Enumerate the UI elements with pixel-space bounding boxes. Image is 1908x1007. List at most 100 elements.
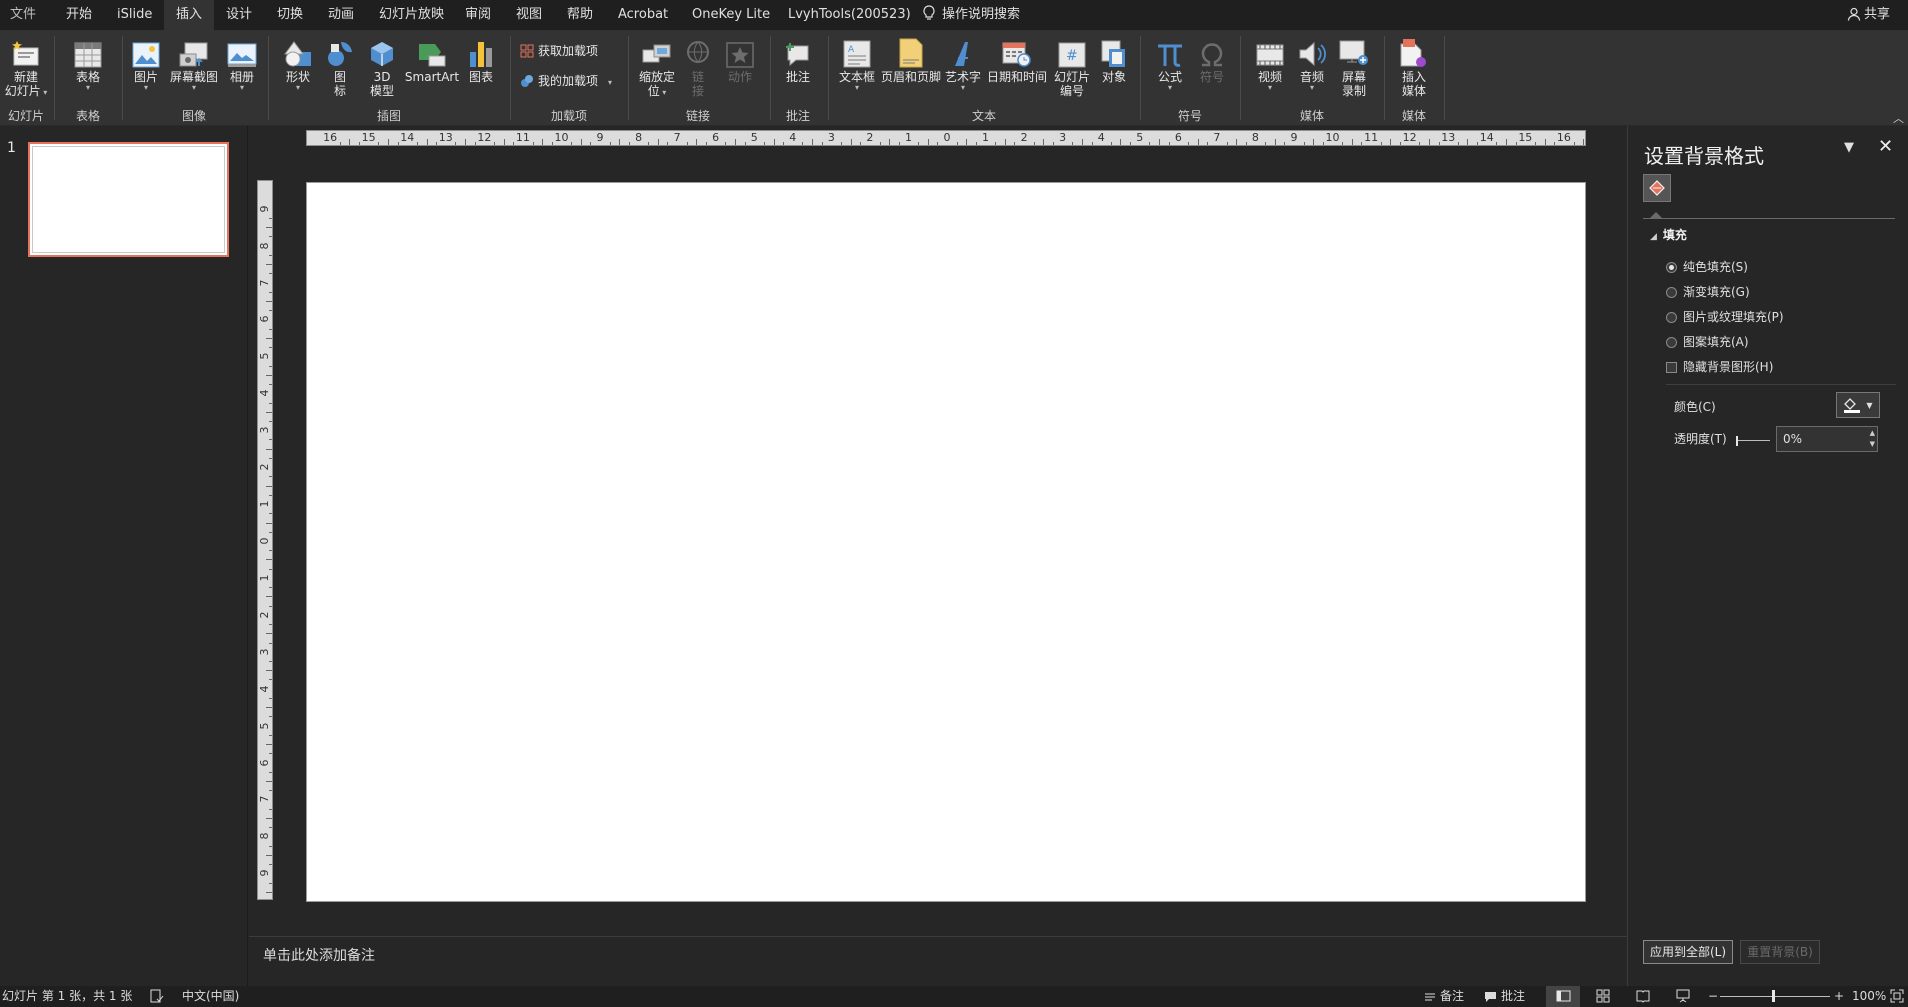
ruler-tick: [1197, 139, 1199, 145]
equation-button[interactable]: 公式 ▾: [1150, 34, 1190, 92]
zoom-in-button[interactable]: +: [1834, 986, 1844, 1007]
fill-section-header[interactable]: ◢ 填充: [1650, 226, 1687, 243]
collapse-ribbon-icon[interactable]: ︿: [1893, 110, 1904, 126]
ruler-tick-label: 2: [258, 463, 271, 471]
picture-button[interactable]: 图片 ▾: [128, 34, 164, 92]
transparency-slider[interactable]: [1736, 436, 1770, 446]
tab-review[interactable]: 审阅: [465, 0, 491, 30]
ruler-tick-label: 11: [1364, 131, 1379, 144]
zoom-out-button[interactable]: −: [1708, 986, 1718, 1007]
tab-lvyhtools[interactable]: LvyhTools(200523): [788, 0, 911, 30]
transparency-input[interactable]: 0% ▲ ▼: [1776, 426, 1878, 452]
pattern-fill-option[interactable]: 图案填充(A): [1666, 333, 1749, 350]
icons-button[interactable]: 图 标: [322, 34, 358, 98]
apply-to-all-button[interactable]: 应用到全部(L): [1643, 940, 1733, 964]
chart-button[interactable]: 图表: [462, 34, 500, 84]
group-label-comments: 批注: [785, 109, 810, 123]
ruler-tick-label: 6: [258, 315, 271, 323]
album-button[interactable]: 相册 ▾: [224, 34, 260, 92]
tab-onekey-lite[interactable]: OneKey Lite: [692, 0, 770, 30]
symbol-button[interactable]: 符号: [1194, 34, 1230, 84]
spinner-arrows-icon[interactable]: ▲ ▼: [1870, 428, 1875, 450]
tell-me-search[interactable]: 操作说明搜索: [922, 0, 1020, 30]
slide-thumbnail[interactable]: [28, 142, 229, 257]
share-button[interactable]: 共享: [1847, 0, 1890, 30]
zoom-slider-handle[interactable]: [1772, 990, 1775, 1002]
audio-button[interactable]: 音频 ▾: [1292, 34, 1332, 92]
table-button[interactable]: 表格 ▾: [66, 34, 110, 92]
textbox-button[interactable]: A 文本框 ▾: [834, 34, 880, 92]
reading-view-button[interactable]: [1636, 986, 1654, 1007]
radio-button[interactable]: [1666, 337, 1677, 348]
datetime-button[interactable]: 日期和时间: [984, 34, 1050, 84]
tab-slideshow[interactable]: 幻灯片放映: [379, 0, 444, 30]
screenshot-button[interactable]: 屏幕截图 ▾: [166, 34, 222, 92]
slideshow-button[interactable]: [1676, 986, 1694, 1007]
zoom-level[interactable]: 100%: [1852, 986, 1886, 1007]
reset-background-button[interactable]: 重置背景(B): [1740, 940, 1820, 964]
my-addins-button[interactable]: 我的加载项 ▾: [520, 70, 612, 92]
tab-design[interactable]: 设计: [226, 0, 252, 30]
ruler-tick: [269, 384, 272, 386]
screen-record-label-2: 录制: [1341, 84, 1366, 98]
normal-view-button[interactable]: [1546, 986, 1580, 1007]
tab-transitions[interactable]: 切换: [277, 0, 303, 30]
hide-background-option[interactable]: 隐藏背景图形(H): [1666, 358, 1773, 375]
shapes-button[interactable]: 形状 ▾: [278, 34, 318, 92]
slide-canvas[interactable]: [306, 182, 1586, 902]
radio-button[interactable]: [1666, 312, 1677, 323]
checkbox[interactable]: [1666, 362, 1677, 373]
spell-check-icon[interactable]: [150, 986, 168, 1007]
tab-home[interactable]: 开始: [66, 0, 92, 30]
slide-sorter-button[interactable]: [1596, 986, 1614, 1007]
ruler-tick-label: 2: [1020, 131, 1028, 144]
gradient-fill-option[interactable]: 渐变填充(G): [1666, 283, 1750, 300]
tab-view[interactable]: 视图: [516, 0, 542, 30]
zoom-slider[interactable]: [1720, 996, 1830, 997]
tab-islide[interactable]: iSlide: [117, 0, 152, 30]
tab-help[interactable]: 帮助: [567, 0, 593, 30]
picture-fill-option[interactable]: 图片或纹理填充(P): [1666, 308, 1784, 325]
pane-options-icon[interactable]: ▼: [1844, 140, 1854, 155]
insert-media-button[interactable]: 插入 媒体: [1392, 34, 1436, 98]
zoom-button[interactable]: 缩放定 位 ▾: [636, 34, 678, 98]
radio-button[interactable]: [1666, 287, 1677, 298]
tab-file[interactable]: 文件: [10, 0, 36, 30]
comments-toggle[interactable]: 批注: [1484, 986, 1525, 1007]
ruler-tick: [269, 587, 272, 589]
fit-to-window-button[interactable]: [1890, 986, 1908, 1007]
solid-fill-option[interactable]: 纯色填充(S): [1666, 258, 1748, 275]
slider-handle[interactable]: [1736, 436, 1738, 446]
comment-button[interactable]: 批注: [776, 34, 820, 84]
notes-pane[interactable]: 单击此处添加备注: [249, 936, 1627, 986]
fill-bucket-tab[interactable]: [1643, 174, 1671, 202]
object-button[interactable]: 对象: [1096, 34, 1132, 84]
language-indicator[interactable]: 中文(中国): [182, 986, 239, 1007]
format-background-pane: 设置背景格式 ▼ ✕ ◢ 填充 纯色填充(S) 渐变填充(G) 图片或纹理填充(P…: [1627, 126, 1908, 986]
smartart-button[interactable]: SmartArt: [404, 34, 460, 84]
paint-bucket-icon: [1844, 398, 1861, 413]
tab-animations[interactable]: 动画: [328, 0, 354, 30]
close-icon[interactable]: ✕: [1878, 136, 1893, 157]
slide-number-button[interactable]: # 幻灯片 编号: [1050, 34, 1094, 98]
radio-button[interactable]: [1666, 262, 1677, 273]
get-addins-button[interactable]: 获取加载项: [520, 40, 598, 62]
group-separator: [770, 36, 771, 120]
3d-model-button[interactable]: 3D 模型: [362, 34, 402, 98]
action-button[interactable]: 动作: [718, 34, 762, 84]
group-separator: [1444, 36, 1445, 120]
chevron-down-icon: ▾: [239, 83, 244, 92]
ruler-tick: [269, 421, 272, 422]
tab-acrobat[interactable]: Acrobat: [618, 0, 668, 30]
wordart-button[interactable]: 艺术字 ▾: [942, 34, 984, 92]
notes-toggle[interactable]: 备注: [1424, 986, 1464, 1007]
new-slide-button[interactable]: 新建 幻灯片 ▾: [4, 34, 48, 98]
header-footer-button[interactable]: 页眉和页脚: [880, 34, 942, 84]
tab-insert[interactable]: 插入: [164, 0, 215, 30]
ruler-tick: [266, 854, 272, 856]
link-button[interactable]: 链 接: [682, 34, 714, 98]
video-button[interactable]: 视频 ▾: [1250, 34, 1290, 92]
notes-placeholder[interactable]: 单击此处添加备注: [263, 945, 375, 965]
color-picker-button[interactable]: ▼: [1836, 392, 1880, 418]
screen-record-button[interactable]: 屏幕 录制: [1334, 34, 1374, 98]
